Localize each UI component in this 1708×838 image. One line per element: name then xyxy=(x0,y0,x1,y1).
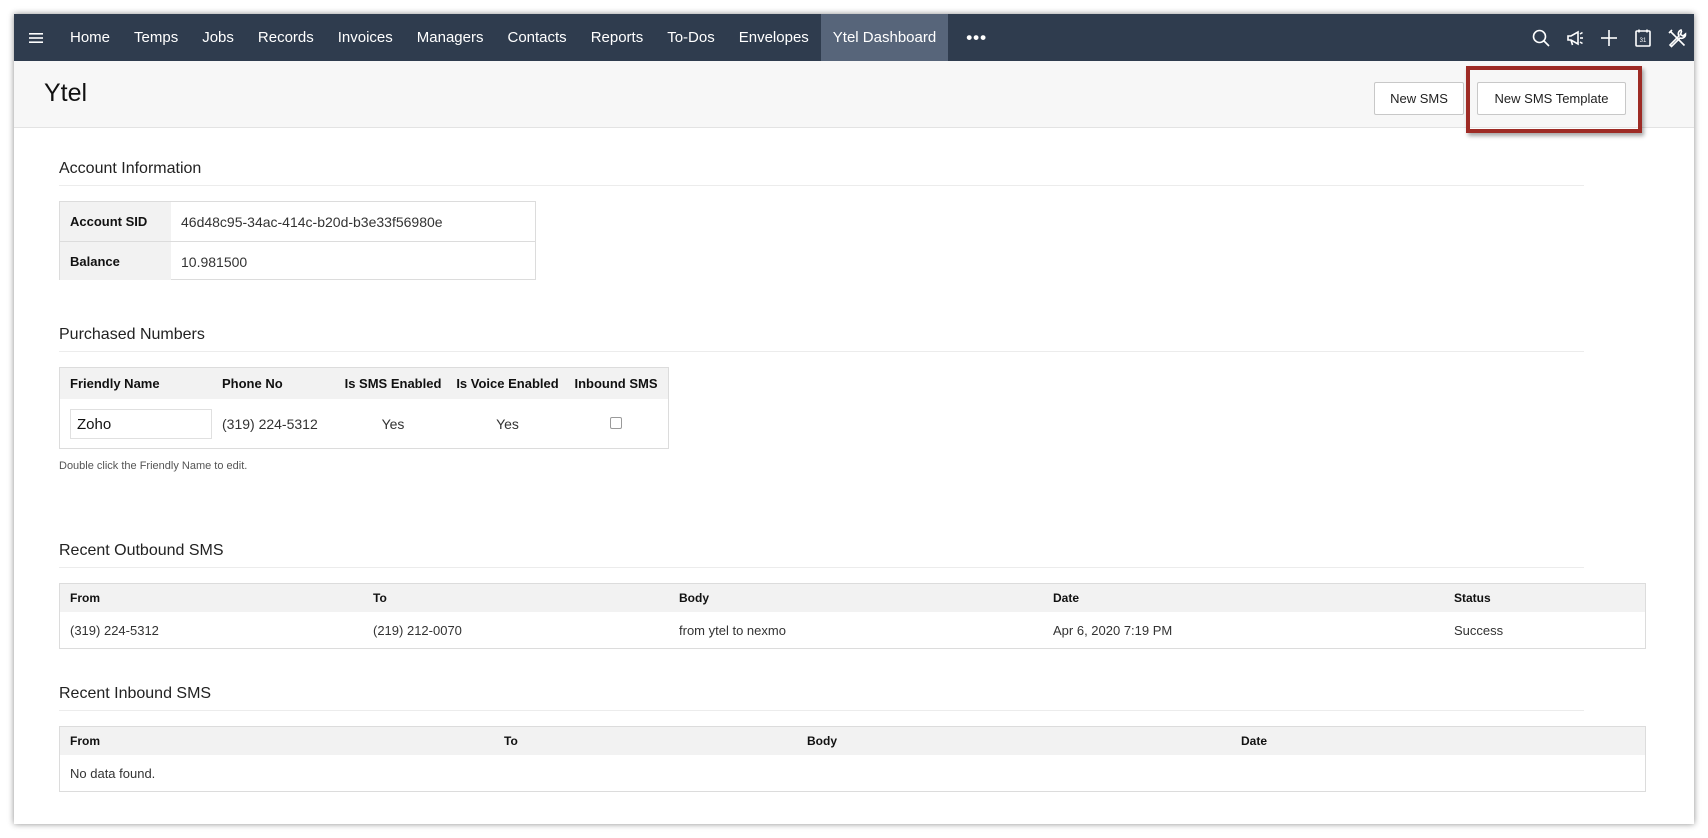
calendar-icon[interactable]: 31 xyxy=(1626,14,1660,61)
column-header: To xyxy=(504,734,518,748)
sms-enabled-cell: Yes xyxy=(381,416,405,432)
column-header: Date xyxy=(1241,734,1268,748)
account-sid-label: Account SID xyxy=(60,202,171,241)
column-header: To xyxy=(373,591,387,605)
purchased-numbers-table: Friendly Name Phone No Is SMS Enabled Is… xyxy=(59,367,669,449)
app-window: Home Temps Jobs Records Invoices Manager… xyxy=(14,14,1694,824)
date-cell: Apr 6, 2020 7:19 PM xyxy=(1053,622,1173,638)
phone-number-cell: (319) 224-5312 xyxy=(222,416,318,432)
column-header: Friendly Name xyxy=(70,376,160,391)
balance-label: Balance xyxy=(60,242,171,280)
search-icon[interactable] xyxy=(1524,14,1558,61)
empty-state-text: No data found. xyxy=(70,765,156,781)
tools-icon[interactable] xyxy=(1660,14,1694,61)
nav-tab-invoices[interactable]: Invoices xyxy=(326,14,405,61)
table-header-row: From To Body Date xyxy=(60,727,1645,755)
purchased-numbers-heading: Purchased Numbers xyxy=(59,326,205,343)
new-sms-button[interactable]: New SMS xyxy=(1374,82,1464,115)
friendly-name-field[interactable]: Zoho xyxy=(70,409,212,439)
nav-tab-home[interactable]: Home xyxy=(58,14,122,61)
column-header: Phone No xyxy=(222,376,283,391)
from-cell: (319) 224-5312 xyxy=(70,622,159,638)
inbound-sms-table: From To Body Date No data found. xyxy=(59,726,1646,792)
hamburger-icon[interactable] xyxy=(14,14,58,61)
plus-icon[interactable] xyxy=(1592,14,1626,61)
nav-actions: 31 xyxy=(1524,14,1694,61)
body-cell: from ytel to nexmo xyxy=(679,622,786,638)
column-header: Inbound SMS xyxy=(574,376,658,391)
voice-enabled-cell: Yes xyxy=(496,416,519,432)
column-header: Is SMS Enabled xyxy=(344,376,442,391)
column-header: Body xyxy=(807,734,837,748)
nav-tab-managers[interactable]: Managers xyxy=(405,14,496,61)
section-divider xyxy=(59,567,1584,568)
status-cell: Success xyxy=(1454,622,1504,638)
calendar-day-text: 31 xyxy=(1640,38,1647,44)
account-info-table: Account SID 46d48c95-34ac-414c-b20d-b3e3… xyxy=(59,201,536,280)
friendly-name-hint: Double click the Friendly Name to edit. xyxy=(59,460,248,472)
more-tabs-button[interactable]: ••• xyxy=(948,14,1005,61)
empty-state-row: No data found. xyxy=(60,755,1645,791)
account-row: Balance 10.981500 xyxy=(60,241,535,280)
column-header: From xyxy=(70,734,100,748)
nav-tab-envelopes[interactable]: Envelopes xyxy=(727,14,821,61)
megaphone-icon[interactable] xyxy=(1558,14,1592,61)
inbound-sms-heading: Recent Inbound SMS xyxy=(59,685,212,702)
page-header: Ytel New SMS New SMS Template xyxy=(14,61,1694,133)
friendly-name-cell: Zoho xyxy=(60,409,222,439)
account-row: Account SID 46d48c95-34ac-414c-b20d-b3e3… xyxy=(60,202,535,241)
top-navigation-bar: Home Temps Jobs Records Invoices Manager… xyxy=(14,14,1694,61)
table-header-row: Friendly Name Phone No Is SMS Enabled Is… xyxy=(60,368,668,399)
page-title: Ytel xyxy=(44,79,88,107)
section-divider xyxy=(59,710,1584,711)
section-divider xyxy=(59,351,1584,352)
table-row[interactable]: (319) 224-5312 (219) 212-0070 from ytel … xyxy=(60,612,1645,648)
nav-tab-records[interactable]: Records xyxy=(246,14,326,61)
nav-tabs: Home Temps Jobs Records Invoices Manager… xyxy=(58,14,1005,61)
column-header: Body xyxy=(679,591,709,605)
nav-tab-jobs[interactable]: Jobs xyxy=(190,14,246,61)
nav-tab-todos[interactable]: To-Dos xyxy=(655,14,727,61)
nav-tab-reports[interactable]: Reports xyxy=(579,14,656,61)
new-sms-template-button[interactable]: New SMS Template xyxy=(1477,82,1626,115)
table-header-row: From To Body Date Status xyxy=(60,584,1645,612)
column-header: From xyxy=(70,591,100,605)
column-header: Status xyxy=(1454,591,1491,605)
column-header: Date xyxy=(1053,591,1080,605)
outbound-sms-heading: Recent Outbound SMS xyxy=(59,542,224,559)
outbound-sms-table: From To Body Date Status (319) 224-5312 … xyxy=(59,583,1646,649)
nav-tab-contacts[interactable]: Contacts xyxy=(495,14,578,61)
nav-tab-temps[interactable]: Temps xyxy=(122,14,190,61)
account-sid-value: 46d48c95-34ac-414c-b20d-b3e33f56980e xyxy=(181,214,443,230)
inbound-sms-cell xyxy=(566,416,666,432)
balance-value: 10.981500 xyxy=(181,254,248,270)
column-header: Is Voice Enabled xyxy=(456,376,559,391)
nav-tab-ytel-dashboard[interactable]: Ytel Dashboard xyxy=(820,14,949,61)
to-cell: (219) 212-0070 xyxy=(373,622,462,638)
table-row: Zoho (319) 224-5312 Yes Yes xyxy=(60,399,668,449)
section-divider xyxy=(59,185,1584,186)
inbound-sms-checkbox[interactable] xyxy=(610,417,622,429)
account-info-heading: Account Information xyxy=(59,160,202,177)
